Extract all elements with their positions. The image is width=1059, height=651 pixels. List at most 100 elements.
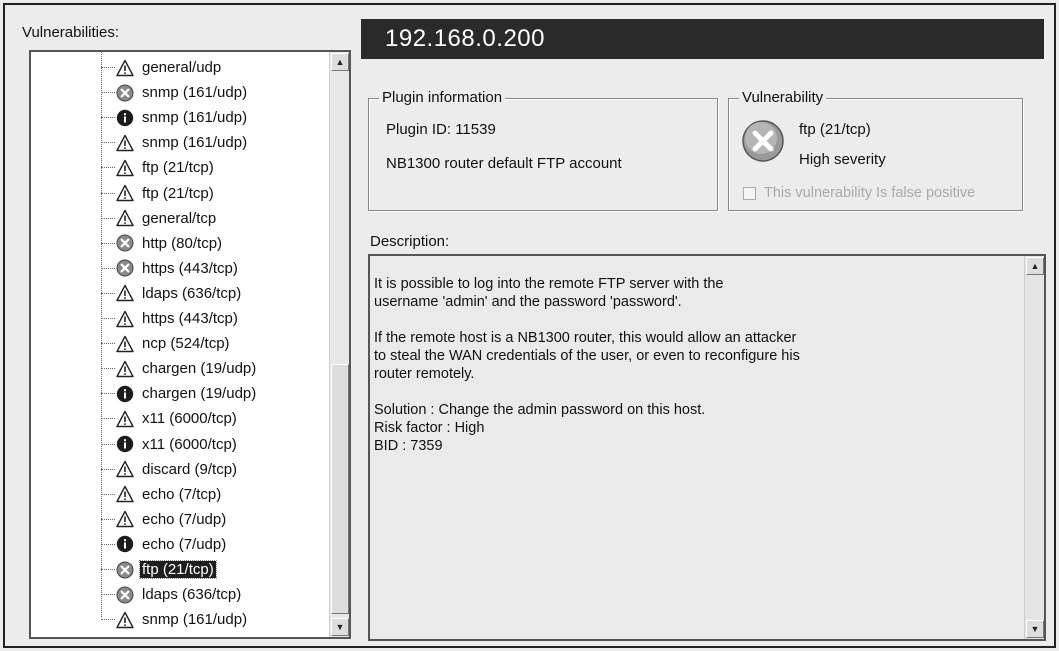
scroll-up-button[interactable]: ▲ bbox=[331, 53, 349, 71]
tree-item[interactable]: echo (7/udp) bbox=[101, 532, 341, 557]
tree-item[interactable]: echo (7/tcp) bbox=[101, 482, 341, 507]
tree-branch-line bbox=[101, 217, 115, 219]
description-line: router remotely. bbox=[374, 366, 475, 382]
tree-item-label: ftp (21/tcp) bbox=[142, 159, 214, 177]
tree-item[interactable]: snmp (161/udp) bbox=[101, 130, 341, 155]
vulnerabilities-tree[interactable]: general/udp snmp (161/udp) snmp (161/udp) s… bbox=[29, 50, 351, 639]
tree-branch-line bbox=[101, 117, 115, 119]
warning-icon bbox=[116, 335, 134, 353]
tree-item[interactable]: ftp (21/tcp) bbox=[101, 155, 341, 180]
tree-item[interactable]: ldaps (636/tcp) bbox=[101, 281, 341, 306]
description-line: BID : 7359 bbox=[374, 438, 443, 454]
plugin-info-title: Plugin information bbox=[379, 89, 506, 106]
tree-item-label: discard (9/tcp) bbox=[142, 460, 238, 478]
tree-item[interactable]: http (80/tcp) bbox=[101, 231, 341, 256]
vulnerability-group: Vulnerability ftp (21/tcp) High severity… bbox=[728, 89, 1023, 211]
description-text: It is possible to log into the remote FT… bbox=[374, 275, 1020, 455]
warning-icon bbox=[116, 460, 134, 478]
tree-branch-line bbox=[101, 92, 115, 94]
vulnerability-port: ftp (21/tcp) bbox=[799, 121, 871, 138]
tree-item[interactable]: ftp (21/tcp) bbox=[101, 181, 341, 206]
tree-item[interactable]: chargen (19/udp) bbox=[101, 381, 341, 406]
tree-item-label: ftp (21/tcp) bbox=[142, 184, 214, 202]
warning-icon bbox=[116, 59, 134, 77]
tree-item[interactable]: snmp (161/udp) bbox=[101, 105, 341, 130]
warning-icon bbox=[116, 611, 134, 629]
tree-item-label: ldaps (636/tcp) bbox=[142, 586, 242, 604]
description-line: username 'admin' and the password 'passw… bbox=[374, 294, 682, 310]
tree-item[interactable]: ftp (21/tcp) bbox=[101, 557, 341, 582]
tree-item-label: echo (7/udp) bbox=[142, 535, 227, 553]
tree-branch-line bbox=[101, 292, 115, 294]
info-icon bbox=[116, 109, 134, 127]
vulnerability-title: Vulnerability bbox=[739, 89, 827, 106]
warning-icon bbox=[116, 209, 134, 227]
description-line: Risk factor : High bbox=[374, 420, 485, 436]
tree-branch-line bbox=[101, 468, 115, 470]
tree-item[interactable]: x11 (6000/tcp) bbox=[101, 432, 341, 457]
tree-branch-line bbox=[101, 518, 115, 520]
tree-item-label: x11 (6000/tcp) bbox=[142, 435, 237, 453]
description-scrollbar[interactable]: ▲ ▼ bbox=[1024, 256, 1044, 639]
tree-item[interactable]: chargen (19/udp) bbox=[101, 356, 341, 381]
tree-item[interactable]: ldaps (636/tcp) bbox=[101, 582, 341, 607]
plugin-info-group: Plugin information Plugin ID: 11539 NB13… bbox=[368, 89, 718, 211]
tree-item[interactable]: ncp (524/tcp) bbox=[101, 331, 341, 356]
tree-branch-line bbox=[101, 267, 115, 269]
tree-item-label: snmp (161/udp) bbox=[142, 84, 248, 102]
tree-branch-line bbox=[101, 67, 115, 68]
tree-item[interactable]: snmp (161/udp) bbox=[101, 607, 341, 632]
tree-scrollbar[interactable]: ▲ ▼ bbox=[329, 52, 349, 637]
tree-item[interactable]: https (443/tcp) bbox=[101, 306, 341, 331]
warning-icon bbox=[116, 360, 134, 378]
high-severity-icon bbox=[116, 259, 134, 277]
description-label: Description: bbox=[370, 233, 450, 250]
tree-item[interactable]: discard (9/tcp) bbox=[101, 457, 341, 482]
vulnerabilities-label: Vulnerabilities: bbox=[22, 24, 119, 41]
description-line: It is possible to log into the remote FT… bbox=[374, 276, 724, 292]
tree-item[interactable]: echo (7/udp) bbox=[101, 507, 341, 532]
warning-icon bbox=[116, 410, 134, 428]
info-icon bbox=[116, 435, 134, 453]
warning-icon bbox=[116, 310, 134, 328]
warning-icon bbox=[116, 284, 134, 302]
tree-item-label: general/udp bbox=[142, 59, 222, 76]
false-positive-label: This vulnerability Is false positive bbox=[764, 185, 976, 201]
false-positive-checkbox[interactable]: This vulnerability Is false positive bbox=[743, 185, 975, 201]
description-line: If the remote host is a NB1300 router, t… bbox=[374, 330, 797, 346]
vulnerability-severity: High severity bbox=[799, 151, 886, 168]
tree-branch-line bbox=[101, 167, 115, 169]
warning-icon bbox=[116, 485, 134, 503]
tree-branch-line bbox=[101, 343, 115, 345]
plugin-name: NB1300 router default FTP account bbox=[386, 155, 622, 172]
tree-item-label: https (443/tcp) bbox=[142, 259, 238, 277]
description-box[interactable]: It is possible to log into the remote FT… bbox=[368, 254, 1046, 641]
checkbox-box[interactable] bbox=[743, 186, 756, 200]
scroll-thumb[interactable] bbox=[331, 364, 349, 614]
host-title: 192.168.0.200 bbox=[361, 19, 1044, 59]
tree-item[interactable]: snmp (161/udp) bbox=[101, 80, 341, 105]
tree-branch-line bbox=[101, 418, 115, 420]
tree-branch-line bbox=[101, 569, 115, 570]
tree-item-label: ftp (21/tcp) bbox=[139, 560, 217, 579]
tree-item-label: x11 (6000/tcp) bbox=[142, 410, 237, 428]
high-severity-icon bbox=[116, 586, 134, 604]
tree-item[interactable]: general/udp bbox=[101, 55, 341, 80]
warning-icon bbox=[116, 134, 134, 152]
tree-branch-line bbox=[101, 619, 115, 621]
tree-item[interactable]: https (443/tcp) bbox=[101, 256, 341, 281]
tree-item-label: chargen (19/udp) bbox=[142, 385, 257, 403]
warning-icon bbox=[116, 184, 134, 202]
info-icon bbox=[116, 535, 134, 553]
desc-scroll-down-button[interactable]: ▼ bbox=[1026, 620, 1044, 638]
tree-item[interactable]: general/tcp bbox=[101, 206, 341, 231]
scroll-down-button[interactable]: ▼ bbox=[331, 618, 349, 636]
tree-item[interactable]: x11 (6000/tcp) bbox=[101, 406, 341, 431]
tree-branch-line bbox=[101, 393, 115, 395]
desc-scroll-up-button[interactable]: ▲ bbox=[1026, 257, 1044, 275]
info-icon bbox=[116, 385, 134, 403]
tree-branch-line bbox=[101, 594, 115, 596]
tree-item-label: general/tcp bbox=[142, 209, 217, 227]
tree-item-label: chargen (19/udp) bbox=[142, 360, 257, 378]
